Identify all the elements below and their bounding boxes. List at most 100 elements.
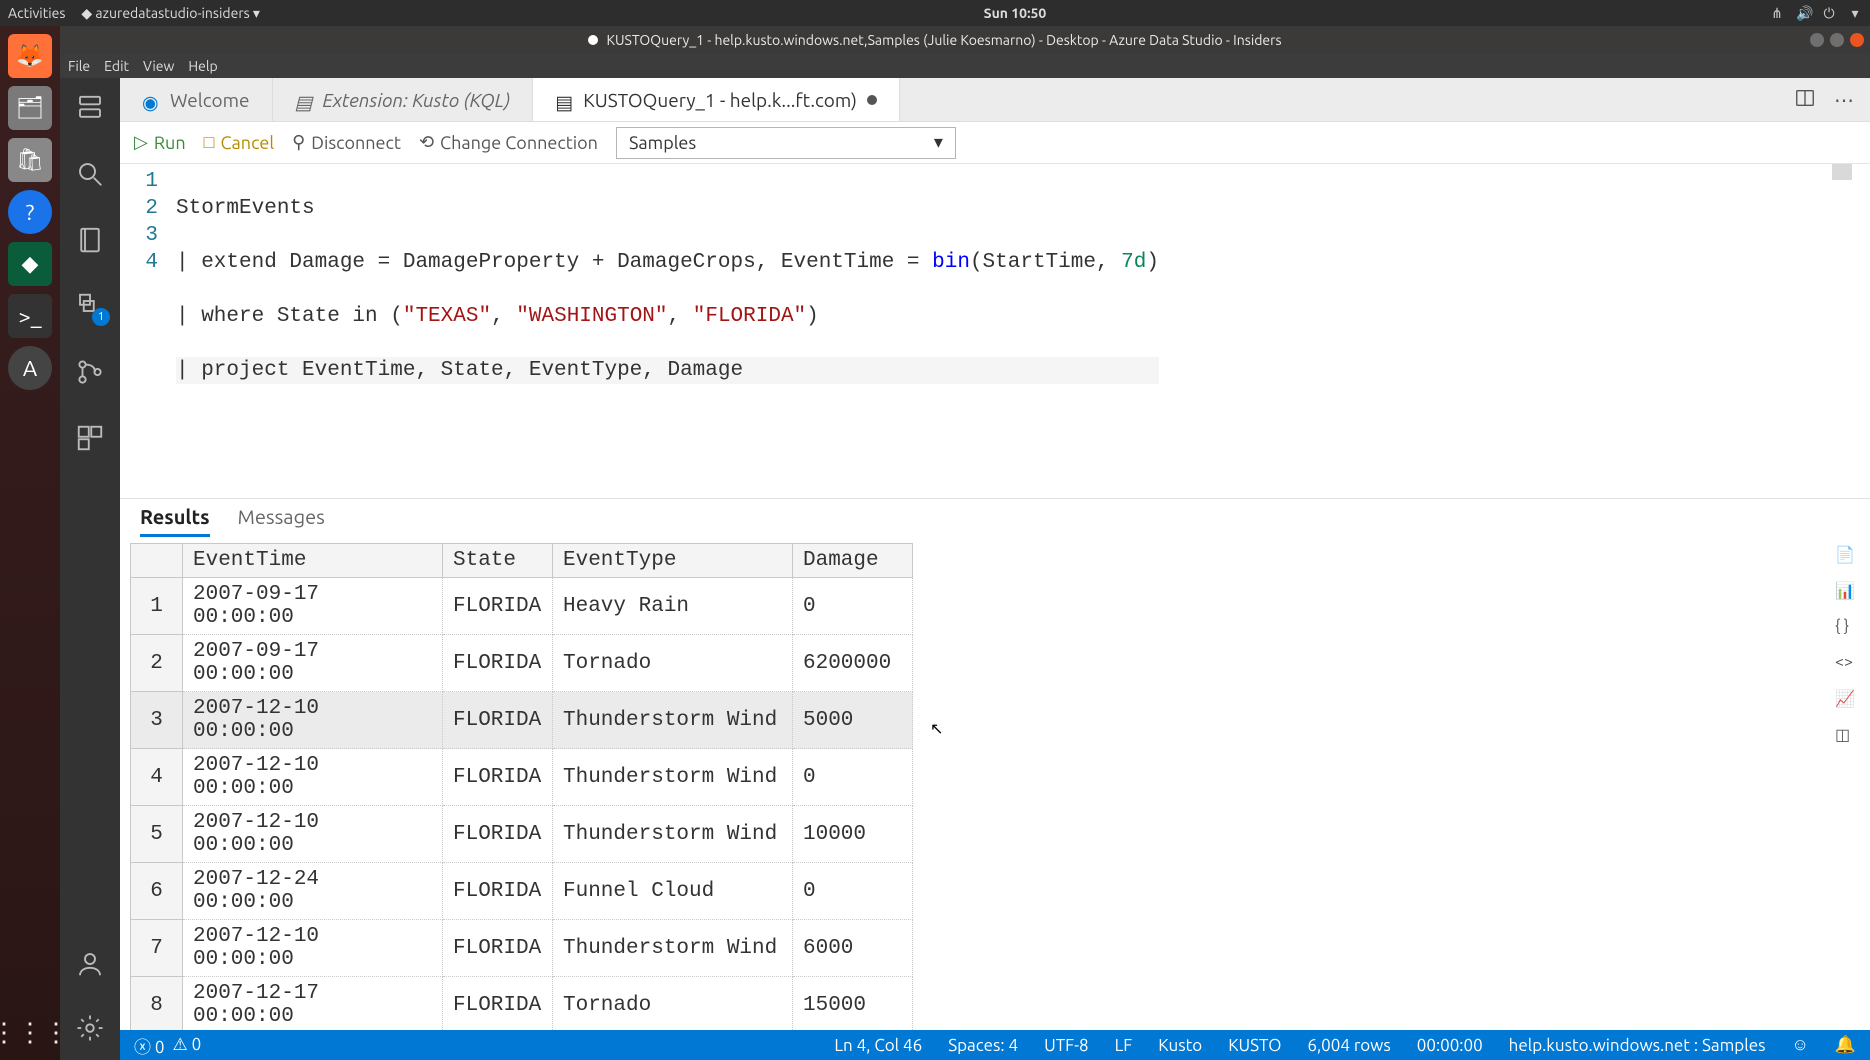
dock-updater[interactable]: A xyxy=(8,346,52,390)
chart-icon[interactable]: 📈 xyxy=(1835,689,1857,711)
dock-files[interactable]: 🗂 xyxy=(8,86,52,130)
status-feedback-icon[interactable]: ☺ xyxy=(1791,1035,1808,1055)
results-tab-results[interactable]: Results xyxy=(140,505,210,537)
column-header-damage[interactable]: Damage xyxy=(793,544,913,578)
cell-eventtype[interactable]: Thunderstorm Wind xyxy=(553,806,793,863)
window-maximize-button[interactable] xyxy=(1830,33,1844,47)
cell-state[interactable]: FLORIDA xyxy=(443,635,553,692)
split-editor-icon[interactable] xyxy=(1794,87,1816,113)
cell-damage[interactable]: 10000 xyxy=(793,806,913,863)
volume-icon[interactable]: 🔊 xyxy=(1796,5,1810,22)
cell-eventtype[interactable]: Tornado xyxy=(553,635,793,692)
table-row[interactable]: 12007-09-17 00:00:00FLORIDAHeavy Rain0 xyxy=(131,578,913,635)
dock-help[interactable]: ? xyxy=(8,190,52,234)
cell-eventtype[interactable]: Tornado xyxy=(553,977,793,1031)
cell-eventtime[interactable]: 2007-12-10 00:00:00 xyxy=(183,692,443,749)
cell-damage[interactable]: 15000 xyxy=(793,977,913,1031)
search-icon[interactable] xyxy=(72,156,108,192)
cell-eventtype[interactable]: Thunderstorm Wind xyxy=(553,692,793,749)
run-button[interactable]: ▷ Run xyxy=(134,132,186,153)
dock-show-apps[interactable]: ⋮⋮⋮ xyxy=(0,1017,69,1048)
table-row[interactable]: 62007-12-24 00:00:00FLORIDAFunnel Cloud0 xyxy=(131,863,913,920)
status-eol[interactable]: LF xyxy=(1115,1036,1133,1055)
panel-clock[interactable]: Sun 10:50 xyxy=(260,5,1770,21)
cell-damage[interactable]: 5000 xyxy=(793,692,913,749)
cell-eventtype[interactable]: Thunderstorm Wind xyxy=(553,749,793,806)
status-bell-icon[interactable]: 🔔 xyxy=(1835,1035,1856,1055)
save-csv-icon[interactable]: 📄 xyxy=(1835,545,1857,567)
database-select[interactable]: Samples ▾ xyxy=(616,127,956,159)
cell-eventtype[interactable]: Funnel Cloud xyxy=(553,863,793,920)
visualizer-icon[interactable]: ◫ xyxy=(1835,725,1857,747)
cell-eventtime[interactable]: 2007-12-10 00:00:00 xyxy=(183,806,443,863)
tab-kusto-query[interactable]: ▤ KUSTOQuery_1 - help.k...ft.com) xyxy=(533,78,900,121)
table-row[interactable]: 42007-12-10 00:00:00FLORIDAThunderstorm … xyxy=(131,749,913,806)
cell-damage[interactable]: 0 xyxy=(793,578,913,635)
notebooks-icon[interactable] xyxy=(72,222,108,258)
column-header-state[interactable]: State xyxy=(443,544,553,578)
window-close-button[interactable] xyxy=(1850,33,1864,47)
status-cursor[interactable]: Ln 4, Col 46 xyxy=(834,1036,922,1055)
table-row[interactable]: 82007-12-17 00:00:00FLORIDATornado15000 xyxy=(131,977,913,1031)
settings-gear-icon[interactable] xyxy=(72,1010,108,1046)
tab-extension-kusto[interactable]: ▤ Extension: Kusto (KQL) xyxy=(273,78,534,121)
cell-eventtime[interactable]: 2007-12-24 00:00:00 xyxy=(183,863,443,920)
source-control-icon[interactable] xyxy=(72,354,108,390)
table-row[interactable]: 72007-12-10 00:00:00FLORIDAThunderstorm … xyxy=(131,920,913,977)
power-icon[interactable]: ⏻ xyxy=(1822,5,1836,22)
save-excel-icon[interactable]: 📊 xyxy=(1835,581,1857,603)
cancel-button[interactable]: □ Cancel xyxy=(204,132,274,153)
status-warnings[interactable]: ⚠ 0 xyxy=(173,1035,202,1055)
save-json-icon[interactable]: { } xyxy=(1835,617,1857,639)
account-icon[interactable] xyxy=(72,946,108,982)
cell-eventtime[interactable]: 2007-12-10 00:00:00 xyxy=(183,749,443,806)
dock-azure-data-studio[interactable]: ◆ xyxy=(8,242,52,286)
results-tab-messages[interactable]: Messages xyxy=(238,505,325,537)
save-xml-icon[interactable]: <> xyxy=(1835,653,1857,675)
cell-eventtime[interactable]: 2007-09-17 00:00:00 xyxy=(183,635,443,692)
cell-eventtype[interactable]: Thunderstorm Wind xyxy=(553,920,793,977)
menu-help[interactable]: Help xyxy=(188,58,217,74)
status-connection[interactable]: help.kusto.windows.net : Samples xyxy=(1509,1036,1766,1055)
cell-state[interactable]: FLORIDA xyxy=(443,578,553,635)
status-encoding[interactable]: UTF-8 xyxy=(1044,1036,1089,1055)
column-header-eventtype[interactable]: EventType xyxy=(553,544,793,578)
dock-firefox[interactable]: 🦊 xyxy=(8,34,52,78)
dock-software[interactable]: 🛍 xyxy=(8,138,52,182)
disconnect-button[interactable]: ⚲ Disconnect xyxy=(292,132,401,153)
cell-state[interactable]: FLORIDA xyxy=(443,920,553,977)
rownum-header[interactable] xyxy=(131,544,183,578)
cell-damage[interactable]: 0 xyxy=(793,749,913,806)
cell-damage[interactable]: 6200000 xyxy=(793,635,913,692)
cell-state[interactable]: FLORIDA xyxy=(443,863,553,920)
window-minimize-button[interactable] xyxy=(1810,33,1824,47)
table-row[interactable]: 52007-12-10 00:00:00FLORIDAThunderstorm … xyxy=(131,806,913,863)
cell-damage[interactable]: 0 xyxy=(793,863,913,920)
dock-terminal[interactable]: >_ xyxy=(8,294,52,338)
code-editor[interactable]: 1234 StormEvents | extend Damage = Damag… xyxy=(120,164,1870,498)
status-language[interactable]: Kusto xyxy=(1158,1036,1202,1055)
network-icon[interactable]: ⋔ xyxy=(1770,5,1784,22)
results-grid-wrap[interactable]: EventTime State EventType Damage 12007-0… xyxy=(120,537,913,1030)
cell-eventtype[interactable]: Heavy Rain xyxy=(553,578,793,635)
panel-caret-icon[interactable]: ▾ xyxy=(1848,5,1862,22)
cell-eventtime[interactable]: 2007-12-17 00:00:00 xyxy=(183,977,443,1031)
minimap[interactable] xyxy=(1832,164,1852,180)
app-menu[interactable]: ◆ azuredatastudio-insiders ▾ xyxy=(81,5,260,22)
status-errors[interactable]: ⓧ 0 xyxy=(134,1033,165,1058)
cell-eventtime[interactable]: 2007-12-10 00:00:00 xyxy=(183,920,443,977)
cell-state[interactable]: FLORIDA xyxy=(443,977,553,1031)
more-actions-icon[interactable]: ⋯ xyxy=(1834,88,1854,112)
cell-eventtime[interactable]: 2007-09-17 00:00:00 xyxy=(183,578,443,635)
explorer-icon[interactable]: 1 xyxy=(72,288,108,324)
servers-icon[interactable] xyxy=(72,90,108,126)
status-indent[interactable]: Spaces: 4 xyxy=(948,1036,1018,1055)
activities-button[interactable]: Activities xyxy=(8,5,65,21)
menu-edit[interactable]: Edit xyxy=(104,58,129,74)
table-row[interactable]: 22007-09-17 00:00:00FLORIDATornado620000… xyxy=(131,635,913,692)
menu-file[interactable]: File xyxy=(68,58,90,74)
tab-welcome[interactable]: ◉ Welcome xyxy=(120,78,273,121)
cell-damage[interactable]: 6000 xyxy=(793,920,913,977)
column-header-eventtime[interactable]: EventTime xyxy=(183,544,443,578)
status-mode[interactable]: KUSTO xyxy=(1228,1036,1281,1055)
